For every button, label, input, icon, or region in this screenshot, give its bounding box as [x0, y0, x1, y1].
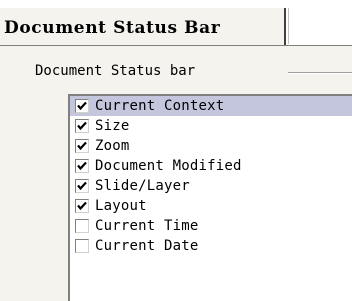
checkbox-layout[interactable]: [75, 199, 89, 213]
list-item-current-context[interactable]: Current Context: [70, 96, 352, 116]
checkbox-current-date[interactable]: [75, 239, 89, 253]
tab-divider: [288, 8, 289, 44]
list-item-current-time[interactable]: Current Time: [70, 216, 352, 236]
group-box-title: Document Status bar: [35, 63, 200, 79]
checkmark-icon: [77, 141, 87, 151]
checkbox-document-modified[interactable]: [75, 159, 89, 173]
list-item-current-date[interactable]: Current Date: [70, 236, 352, 256]
checkbox-zoom[interactable]: [75, 139, 89, 153]
status-bar-items-list[interactable]: Current Context Size Zoom Document Modif…: [68, 94, 352, 301]
list-item-label: Current Time: [95, 218, 199, 234]
checkmark-icon: [77, 121, 87, 131]
group-box-line-highlight: [288, 73, 352, 74]
checkbox-current-context[interactable]: [75, 99, 89, 113]
list-item-size[interactable]: Size: [70, 116, 352, 136]
tab-label: Document Status Bar: [4, 18, 221, 38]
list-item-label: Size: [95, 118, 130, 134]
checkbox-slide-layer[interactable]: [75, 179, 89, 193]
options-panel: Document Status bar Current Context Size…: [0, 46, 352, 301]
list-item-label: Document Modified: [95, 158, 242, 174]
list-item-zoom[interactable]: Zoom: [70, 136, 352, 156]
list-item-document-modified[interactable]: Document Modified: [70, 156, 352, 176]
checkmark-icon: [77, 201, 87, 211]
list-item-label: Current Context: [95, 98, 225, 114]
tab-strip: Document Status Bar: [0, 0, 352, 46]
checkbox-current-time[interactable]: [75, 219, 89, 233]
checkmark-icon: [77, 181, 87, 191]
list-item-label: Slide/Layer: [95, 178, 190, 194]
tab-document-status-bar[interactable]: Document Status Bar: [0, 8, 286, 46]
checkbox-size[interactable]: [75, 119, 89, 133]
list-item-label: Layout: [95, 198, 147, 214]
checkmark-icon: [77, 161, 87, 171]
list-item-label: Zoom: [95, 138, 130, 154]
checkmark-icon: [77, 101, 87, 111]
list-item-label: Current Date: [95, 238, 199, 254]
list-item-layout[interactable]: Layout: [70, 196, 352, 216]
list-item-slide-layer[interactable]: Slide/Layer: [70, 176, 352, 196]
